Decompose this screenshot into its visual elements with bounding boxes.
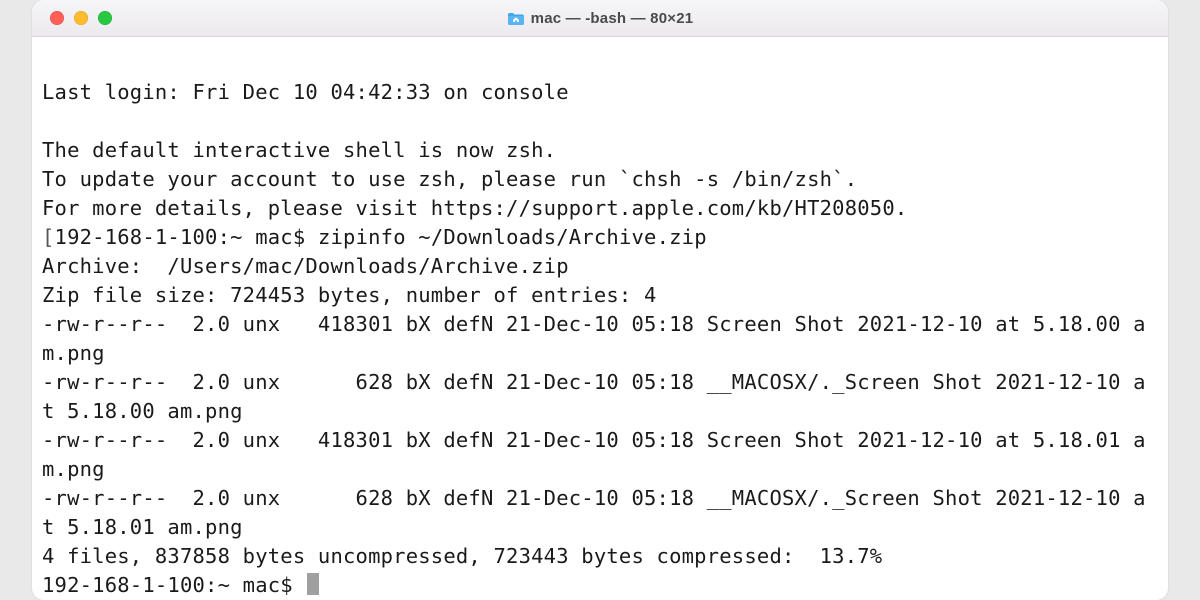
titlebar[interactable]: mac — -bash — 80×21	[32, 0, 1168, 37]
last-login-line: Last login: Fri Dec 10 04:42:33 on conso…	[42, 80, 569, 104]
close-icon[interactable]	[50, 11, 64, 25]
minimize-icon[interactable]	[74, 11, 88, 25]
command: zipinfo ~/Downloads/Archive.zip	[318, 225, 707, 249]
window-controls	[32, 11, 112, 25]
zsh-notice-2: To update your account to use zsh, pleas…	[42, 167, 857, 191]
zoom-icon[interactable]	[98, 11, 112, 25]
prompt-line-1: [192-168-1-100:~ mac$ zipinfo ~/Download…	[42, 223, 1158, 252]
home-folder-icon	[507, 11, 525, 26]
prompt-host: 192-168-1-100:~ mac$	[55, 225, 306, 249]
archive-line: Archive: /Users/mac/Downloads/Archive.zi…	[42, 254, 569, 278]
title-center: mac — -bash — 80×21	[32, 10, 1168, 27]
prompt-host-2: 192-168-1-100:~ mac$	[42, 573, 305, 597]
prompt-line-2[interactable]: 192-168-1-100:~ mac$	[42, 571, 1158, 600]
entry-3: -rw-r--r-- 2.0 unx 418301 bX defN 21-Dec…	[42, 428, 1146, 481]
terminal-window: mac — -bash — 80×21 Last login: Fri Dec …	[32, 0, 1168, 600]
entry-2: -rw-r--r-- 2.0 unx 628 bX defN 21-Dec-10…	[42, 370, 1146, 423]
summary-line: 4 files, 837858 bytes uncompressed, 7234…	[42, 544, 882, 568]
cursor-icon	[307, 573, 319, 595]
window-title: mac — -bash — 80×21	[531, 10, 694, 27]
zip-size-line: Zip file size: 724453 bytes, number of e…	[42, 283, 657, 307]
blank-line	[42, 107, 1158, 136]
entry-1: -rw-r--r-- 2.0 unx 418301 bX defN 21-Dec…	[42, 312, 1146, 365]
entry-4: -rw-r--r-- 2.0 unx 628 bX defN 21-Dec-10…	[42, 486, 1146, 539]
zsh-notice-1: The default interactive shell is now zsh…	[42, 138, 556, 162]
zsh-notice-3: For more details, please visit https://s…	[42, 196, 907, 220]
terminal-output[interactable]: Last login: Fri Dec 10 04:42:33 on conso…	[32, 37, 1168, 600]
